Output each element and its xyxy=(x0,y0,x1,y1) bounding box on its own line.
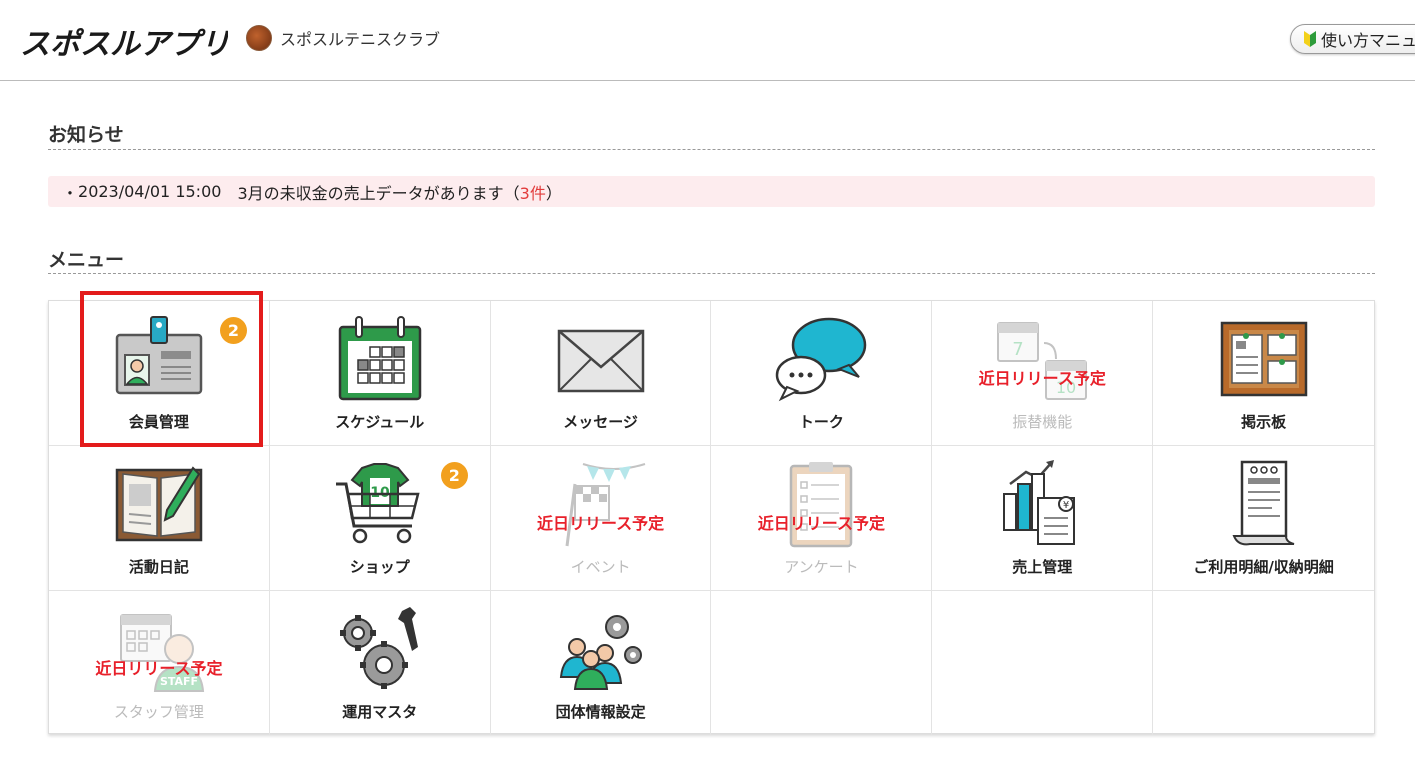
receipt-icon xyxy=(1232,460,1294,546)
menu-item-label: イベント xyxy=(570,558,631,576)
menu-title: メニュー xyxy=(48,249,125,271)
manual-button-label: 使い方マニュアル xyxy=(1321,31,1415,50)
notice-paren-close: ） xyxy=(545,183,562,203)
menu-grid: 2 会員管理 スケジュール メッセージ トーク 7 10 近日リリース予定 振替… xyxy=(48,300,1375,735)
coming-soon-label: 近日リリース予定 xyxy=(95,659,223,678)
beginner-mark-icon xyxy=(1304,31,1316,47)
event-flag-icon xyxy=(565,463,645,547)
menu-empty-cell xyxy=(1153,591,1374,735)
menu-item-label: トーク xyxy=(798,413,844,431)
member-notification-badge: 2 xyxy=(220,317,247,344)
menu-item-label: 掲示板 xyxy=(1241,413,1287,431)
menu-item-message[interactable]: メッセージ xyxy=(490,301,712,446)
club-avatar xyxy=(246,25,272,51)
menu-item-label: 活動日記 xyxy=(128,558,189,576)
menu-item-member-management[interactable]: 2 会員管理 xyxy=(49,301,270,446)
club-name: スポスルテニスクラブ xyxy=(280,30,441,49)
menu-item-label: ショップ xyxy=(349,558,410,576)
notice-count-link[interactable]: 3件 xyxy=(520,180,546,204)
club-info: スポスルテニスクラブ xyxy=(246,25,440,51)
menu-item-usage-statement[interactable]: ご利用明細/収納明細 xyxy=(1153,446,1374,591)
coming-soon-label: 近日リリース予定 xyxy=(757,514,885,533)
envelope-icon xyxy=(557,329,644,393)
manual-button[interactable]: 使い方マニュアル xyxy=(1290,24,1415,54)
menu-item-bulletin-board[interactable]: 掲示板 xyxy=(1153,301,1374,446)
member-card-icon xyxy=(115,316,203,395)
menu-item-label: 団体情報設定 xyxy=(555,703,646,721)
diary-icon xyxy=(115,466,203,542)
coming-soon-label: 近日リリース予定 xyxy=(978,369,1106,388)
menu-item-label: 会員管理 xyxy=(128,413,189,431)
svg-text:7: 7 xyxy=(1013,339,1024,360)
menu-divider xyxy=(48,273,1375,274)
menu-item-shop[interactable]: 10 2 ショップ xyxy=(269,446,491,591)
coming-soon-label: 近日リリース予定 xyxy=(536,514,665,533)
staff-icon: STAFF xyxy=(119,614,204,692)
menu-item-label: 振替機能 xyxy=(1012,413,1073,431)
menu-item-label: アンケート xyxy=(784,558,859,576)
menu-item-label: メッセージ xyxy=(563,413,638,431)
notice-datetime: 2023/04/01 15:00 xyxy=(78,182,222,201)
menu-item-staff-management: STAFF 近日リリース予定 スタッフ管理 xyxy=(49,591,270,735)
notice-paren-open: （ xyxy=(503,183,520,203)
gears-wrench-icon xyxy=(339,607,418,689)
sales-chart-icon: ¥ xyxy=(1003,460,1076,545)
svg-text:¥: ¥ xyxy=(1063,500,1069,511)
survey-clipboard-icon xyxy=(790,462,853,548)
notices-divider xyxy=(48,149,1375,150)
menu-item-label: 売上管理 xyxy=(1012,558,1073,576)
menu-item-survey: 近日リリース予定 アンケート xyxy=(711,446,933,591)
menu-item-schedule[interactable]: スケジュール xyxy=(269,301,491,446)
menu-item-activity-diary[interactable]: 活動日記 xyxy=(49,446,270,591)
calendar-icon xyxy=(338,316,421,401)
menu-item-label: スタッフ管理 xyxy=(113,703,204,721)
menu-item-label: スケジュール xyxy=(335,413,425,431)
notice-bullet: ・ xyxy=(62,183,79,203)
transfer-calendar-icon: 7 10 xyxy=(997,322,1088,400)
bulletin-board-icon xyxy=(1220,321,1307,397)
menu-item-operation-master[interactable]: 運用マスタ xyxy=(270,591,491,735)
menu-item-group-settings[interactable]: 団体情報設定 xyxy=(491,591,712,735)
menu-empty-cell xyxy=(711,591,933,735)
app-header: スポスルアプリ スポスルテニスクラブ 使い方マニュアル xyxy=(0,0,1415,81)
menu-item-label: ご利用明細/収納明細 xyxy=(1193,558,1334,576)
group-settings-icon xyxy=(559,615,642,690)
shop-notification-badge: 2 xyxy=(440,462,468,489)
notices-title: お知らせ xyxy=(48,124,124,146)
notice-item[interactable]: ・ 2023/04/01 15:00 3月の未収金の売上データがあります （ 3… xyxy=(48,176,1375,207)
shopping-cart-icon: 10 xyxy=(335,463,420,544)
menu-item-transfer: 7 10 近日リリース予定 振替機能 xyxy=(932,301,1154,446)
chat-bubbles-icon xyxy=(776,317,867,402)
menu-empty-cell xyxy=(932,591,1154,735)
notice-message: 3月の未収金の売上データがあります xyxy=(237,183,504,203)
menu-item-sales-management[interactable]: ¥ 売上管理 xyxy=(932,446,1154,591)
app-logo[interactable]: スポスルアプリ xyxy=(18,18,228,66)
menu-item-label: 運用マスタ xyxy=(342,703,418,721)
menu-item-talk[interactable]: トーク xyxy=(711,301,933,446)
menu-item-event: 近日リリース予定 イベント xyxy=(490,446,712,591)
